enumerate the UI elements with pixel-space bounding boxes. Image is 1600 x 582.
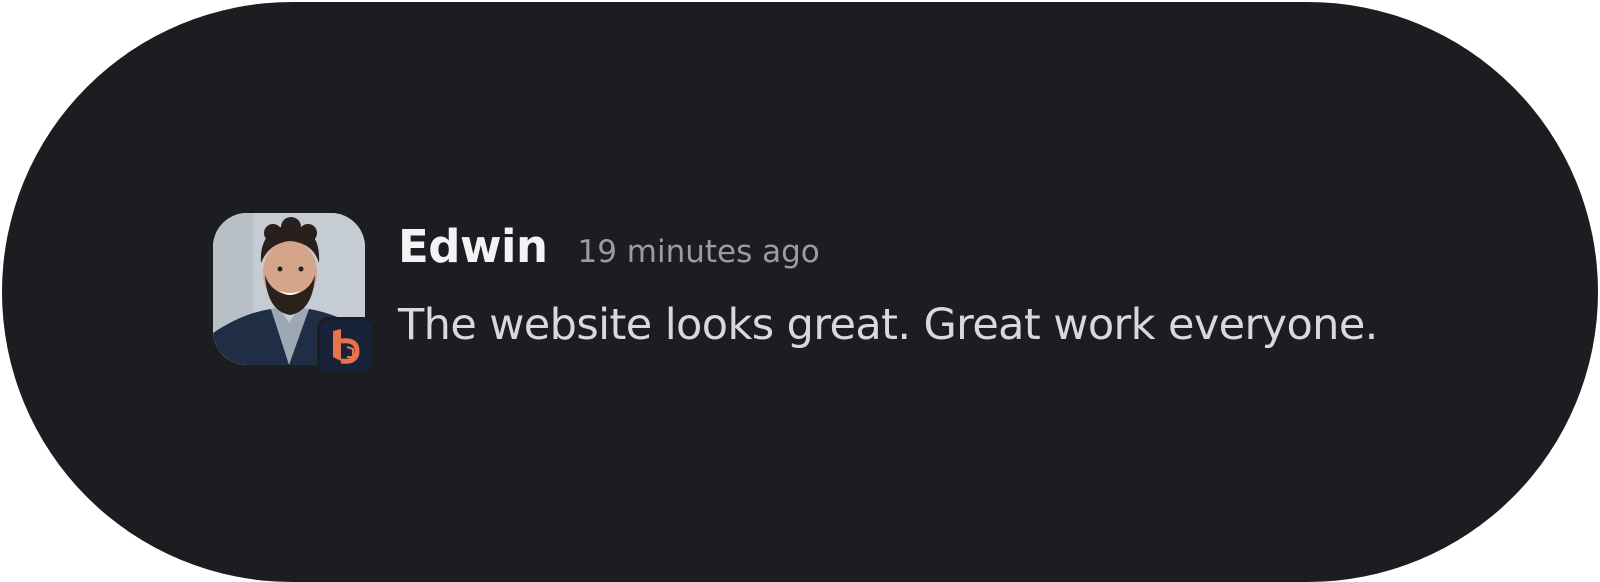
author-name[interactable]: Edwin	[398, 220, 548, 273]
message-text: The website looks great. Great work ever…	[398, 300, 1378, 350]
app-logo-b-icon	[320, 320, 372, 372]
timestamp[interactable]: 19 minutes ago	[578, 234, 820, 270]
message-card: Edwin 19 minutes ago The website looks g…	[2, 2, 1598, 582]
message-header: Edwin 19 minutes ago	[398, 220, 1378, 280]
chat-message: Edwin 19 minutes ago The website looks g…	[213, 213, 1378, 375]
app-badge	[317, 317, 375, 375]
message-content: Edwin 19 minutes ago The website looks g…	[398, 220, 1378, 350]
avatar[interactable]	[213, 213, 375, 375]
